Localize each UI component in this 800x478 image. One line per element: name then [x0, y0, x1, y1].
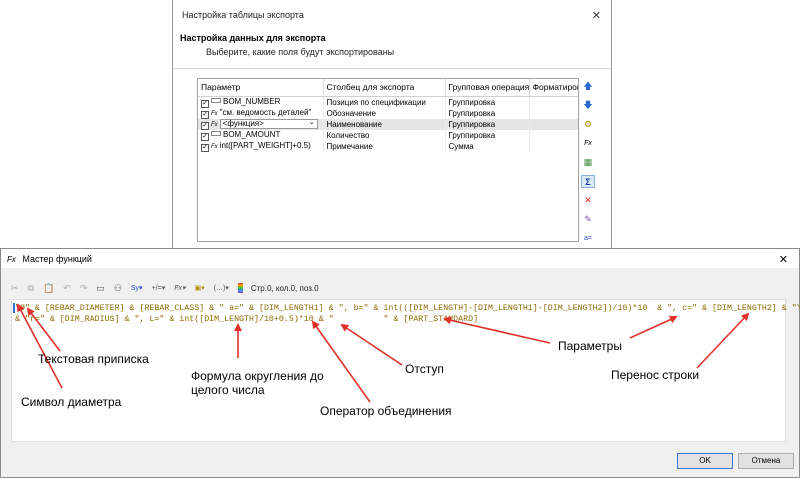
cursor-position: Стр.0, кол.0, поз.0: [250, 283, 319, 293]
table-row[interactable]: ✓ BOM_NUMBER Позиция по спецификации Груп…: [198, 96, 578, 108]
table-row[interactable]: ✓ Fx "см. ведомость деталей" Обозначение Г…: [198, 107, 578, 119]
syntax-icon[interactable]: Sy▾: [131, 284, 143, 292]
tree-icon[interactable]: ⚇: [114, 283, 122, 294]
code-line: "Ø" & [REBAR_DIAMETER] & [REBAR_CLASS] &…: [15, 304, 800, 313]
group-op-cell: Группировка: [445, 96, 530, 108]
param-cell: int([PART_WEIGHT]+0.5): [219, 140, 311, 150]
format-icon[interactable]: ▣▾: [195, 284, 205, 292]
column-header[interactable]: Форматирова: [529, 79, 578, 97]
chevron-down-icon[interactable]: ⌄: [309, 119, 315, 127]
column-icon[interactable]: ▭: [96, 283, 105, 294]
grid-side-toolbar: 🡅 🡇 ⚙ Fx ▦ Σ ✕ ✎ a=: [579, 80, 597, 251]
annotation-rounding-line1: Формула округления до: [191, 369, 324, 383]
grid-header-row: Параметр Столбец для экспорта Групповая …: [198, 79, 578, 97]
export-column-cell: Наименование: [323, 118, 446, 130]
combo-value: <функция>: [222, 118, 264, 128]
operators-icon[interactable]: +/=▾: [152, 284, 166, 292]
column-icon: [211, 130, 221, 136]
export-window-title: Настройка таблицы экспорта: [182, 10, 304, 20]
format-cell: [529, 129, 578, 141]
export-column-cell: Примечание: [323, 140, 446, 152]
function-icon: Fx: [7, 255, 16, 264]
edit-icon[interactable]: ✎: [581, 213, 595, 226]
function-icon: Fx: [211, 143, 218, 150]
close-icon[interactable]: ✕: [779, 253, 788, 266]
fx-toolbar: ✂ ⧉ 📋 ↶ ↷ ▭ ⚇ Sy▾ +/=▾ Fx▾ ▣▾ (…)▾ Стр.0…: [11, 281, 319, 295]
annotation-text-prefix: Текстовая приписка: [38, 352, 149, 366]
ok-button[interactable]: OK: [677, 453, 733, 469]
delete-icon[interactable]: ✕: [581, 194, 595, 207]
chart-icon[interactable]: ▦: [581, 156, 595, 169]
color-icon[interactable]: [237, 283, 243, 293]
export-window-titlebar: Настройка таблицы экспорта ✕: [173, 0, 611, 34]
checkbox[interactable]: ✓: [201, 110, 209, 119]
group-op-cell: Сумма: [445, 140, 530, 152]
group-op-cell: Группировка: [445, 129, 530, 141]
column-header[interactable]: Групповая операция: [445, 79, 530, 97]
brackets-icon[interactable]: (…)▾: [214, 284, 229, 292]
annotation-params: Параметры: [558, 339, 622, 353]
table-row[interactable]: ✓ Fx <функция> ⌄ Наименование Группировка: [198, 118, 578, 130]
formula-code: "Ø" & [REBAR_DIAMETER] & [REBAR_CLASS] &…: [15, 303, 800, 325]
function-icon: Fx: [211, 121, 218, 128]
export-column-cell: Количество: [323, 129, 446, 141]
annotation-diameter-symbol: Символ диаметра: [21, 395, 122, 409]
param-cell: BOM_AMOUNT: [223, 129, 281, 139]
export-column-cell: Позиция по спецификации: [323, 96, 446, 108]
table-row[interactable]: ✓ Fx int([PART_WEIGHT]+0.5) Примечание Сум…: [198, 140, 578, 152]
column-header[interactable]: Столбец для экспорта: [323, 79, 446, 97]
paste-icon[interactable]: 📋: [43, 283, 54, 294]
export-settings-window: Настройка таблицы экспорта ✕ Настройка д…: [172, 0, 612, 252]
sum-icon[interactable]: Σ: [581, 175, 595, 188]
annotation-line-break: Перенос строки: [611, 368, 700, 382]
param-cell: BOM_NUMBER: [223, 96, 281, 106]
group-op-cell: Группировка: [445, 107, 530, 119]
column-icon: [211, 97, 221, 103]
format-cell: [529, 107, 578, 119]
undo-icon[interactable]: ↶: [63, 283, 71, 294]
annotation-concat: Оператор объединения: [320, 404, 452, 418]
function-icon[interactable]: Fx: [581, 137, 595, 150]
column-header[interactable]: Параметр: [198, 79, 324, 97]
function-icon: Fx: [211, 110, 218, 117]
checkbox[interactable]: ✓: [201, 143, 209, 152]
format-cell: [529, 140, 578, 152]
annotation-rounding-line2: целого числа: [191, 383, 265, 397]
code-line: & "r=" & [DIM_RADIUS] & ", L=" & int([DI…: [15, 315, 479, 324]
cancel-button[interactable]: Отмена: [738, 453, 794, 469]
cut-icon[interactable]: ✂: [11, 283, 19, 294]
fx-window-title: Мастер функций: [22, 254, 92, 264]
format-cell: [529, 118, 578, 130]
param-cell: "см. ведомость деталей": [219, 107, 312, 117]
table-row[interactable]: ✓ BOM_AMOUNT Количество Группировка: [198, 129, 578, 141]
group-op-cell: Группировка: [445, 118, 530, 130]
settings-icon[interactable]: ⚙: [581, 118, 595, 131]
close-icon[interactable]: ✕: [592, 9, 601, 22]
redo-icon[interactable]: ↷: [80, 283, 88, 294]
annotation-indent: Отступ: [405, 362, 444, 376]
format-cell: [529, 96, 578, 108]
arrow-down-icon[interactable]: 🡇: [581, 99, 595, 112]
arrow-up-icon[interactable]: 🡅: [581, 80, 595, 93]
export-header: Настройка данных для экспорта Выберите, …: [173, 33, 611, 57]
export-subheading: Выберите, какие поля будут экспортирован…: [206, 47, 395, 57]
checkbox[interactable]: ✓: [201, 121, 209, 130]
header-divider: [173, 68, 611, 69]
checkbox[interactable]: ✓: [201, 132, 209, 141]
copy-icon[interactable]: ⧉: [28, 283, 34, 294]
function-combo[interactable]: <функция> ⌄: [219, 118, 318, 129]
checkbox[interactable]: ✓: [201, 99, 209, 108]
function-icon[interactable]: Fx▾: [174, 284, 185, 292]
export-fields-grid[interactable]: Параметр Столбец для экспорта Групповая …: [197, 78, 579, 242]
fx-window-titlebar: Fx Мастер функций ✕: [1, 249, 799, 268]
export-heading: Настройка данных для экспорта: [180, 33, 326, 43]
annotation-rounding: Формула округления до целого числа: [191, 369, 324, 397]
formula-icon[interactable]: a=: [581, 232, 595, 245]
export-column-cell: Обозначение: [323, 107, 446, 119]
